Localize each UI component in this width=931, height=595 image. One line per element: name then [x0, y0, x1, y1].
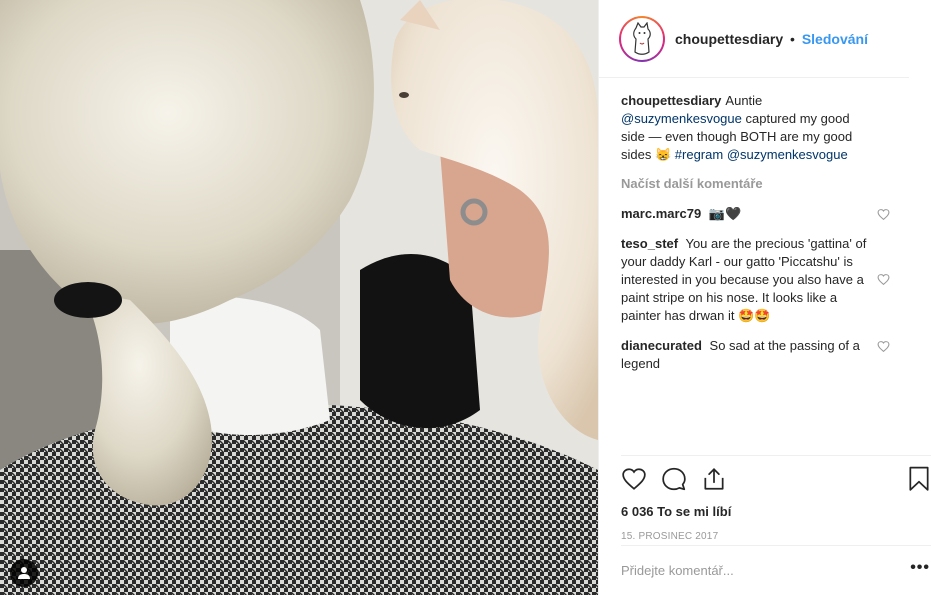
post-side-panel: choupettesdiary • Sledování choupettesdi…: [598, 0, 931, 595]
instagram-post: choupettesdiary • Sledování choupettesdi…: [0, 0, 931, 595]
comment-button[interactable]: [661, 466, 687, 492]
comment-username[interactable]: teso_stef: [621, 236, 678, 251]
share-upload-icon: [704, 468, 724, 490]
avatar[interactable]: [621, 17, 663, 60]
comment-text: 📷🖤: [708, 206, 742, 221]
person-icon: [18, 567, 30, 579]
caption-username[interactable]: choupettesdiary: [621, 93, 721, 108]
action-bar: [621, 456, 931, 502]
comments-list: choupettesdiary Auntie @suzymenkesvogue c…: [599, 78, 910, 373]
comment-item: teso_stef You are the precious 'gattina'…: [621, 235, 890, 325]
more-options-button[interactable]: •••: [908, 559, 931, 577]
save-button[interactable]: [906, 466, 931, 492]
header-username[interactable]: choupettesdiary: [675, 31, 783, 47]
post-date[interactable]: 15. PROSINEC 2017: [621, 531, 931, 542]
tagged-users-button[interactable]: [10, 559, 38, 587]
comment-like-heart-icon[interactable]: [877, 273, 890, 286]
load-more-comments-button[interactable]: Načíst další komentáře: [621, 176, 888, 191]
share-button[interactable]: [701, 466, 727, 492]
header-separator: •: [790, 30, 795, 47]
post-actions-area: 6 036 To se mi líbí 15. PROSINEC 2017: [621, 455, 931, 542]
cat-illustration-avatar-icon: [633, 21, 651, 55]
follow-button[interactable]: Sledování: [802, 31, 868, 47]
caption: choupettesdiary Auntie @suzymenkesvogue c…: [621, 92, 888, 164]
caption-text-1: Auntie: [725, 93, 763, 108]
comment-username[interactable]: dianecurated: [621, 338, 702, 353]
caption-mention-1[interactable]: @suzymenkesvogue: [621, 111, 742, 126]
comment-item: marc.marc79 📷🖤: [621, 205, 890, 223]
add-comment-bar: •••: [621, 545, 931, 595]
likes-count[interactable]: 6 036 To se mi líbí: [621, 504, 931, 519]
story-ring[interactable]: [619, 15, 665, 62]
heart-icon: [622, 468, 646, 490]
comment-like-heart-icon[interactable]: [877, 340, 890, 353]
comment-username[interactable]: marc.marc79: [621, 206, 701, 221]
speech-bubble-icon: [662, 467, 686, 491]
bookmark-icon: [909, 466, 929, 491]
comment-like-heart-icon[interactable]: [877, 208, 890, 221]
like-button[interactable]: [621, 466, 647, 492]
add-comment-input[interactable]: [621, 563, 909, 578]
post-header: choupettesdiary • Sledování: [599, 0, 909, 78]
post-photo-image: [0, 0, 598, 595]
comment-item: dianecurated So sad at the passing of a …: [621, 337, 890, 373]
post-photo[interactable]: [0, 0, 598, 595]
caption-hashtag[interactable]: #regram: [675, 147, 723, 162]
caption-mention-2[interactable]: @suzymenkesvogue: [727, 147, 848, 162]
